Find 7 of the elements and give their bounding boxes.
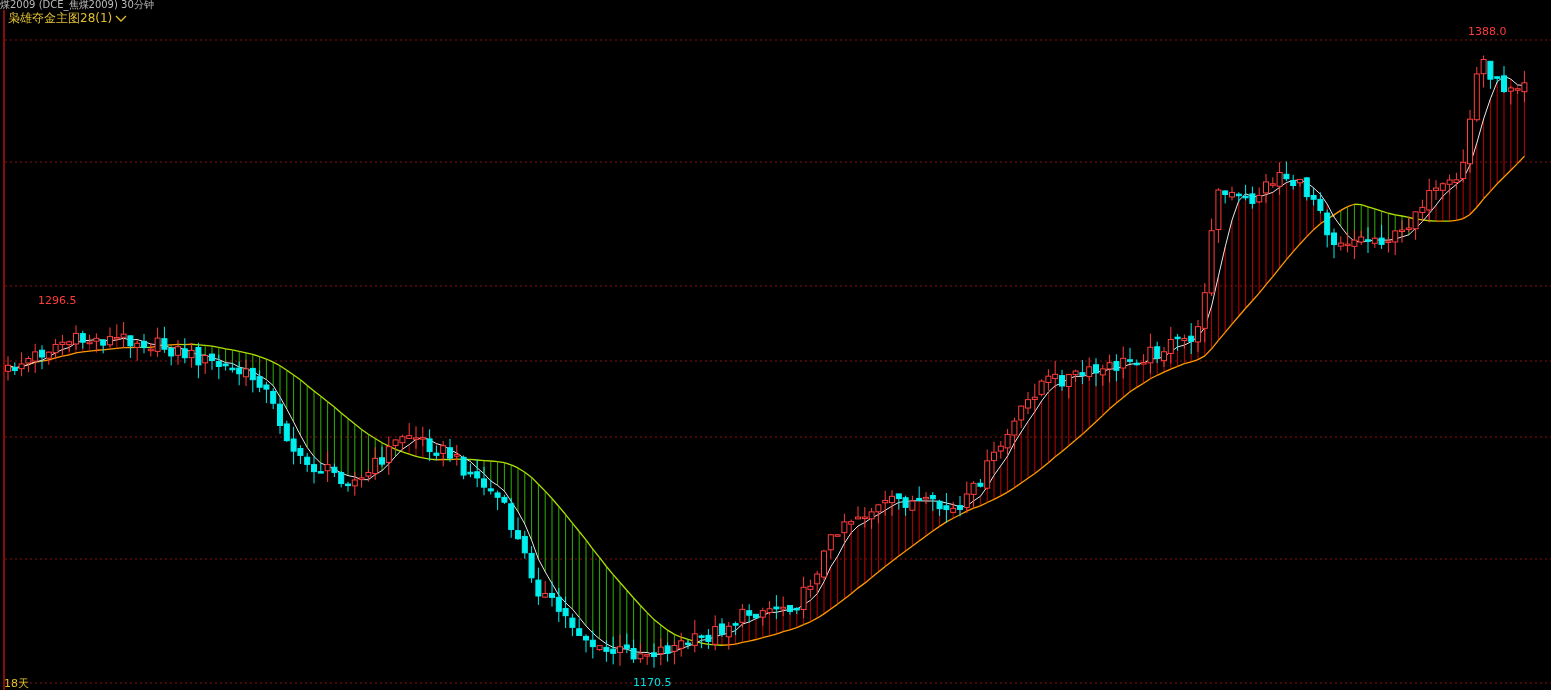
caret-icon xyxy=(115,14,128,23)
price-label: 1296.5 xyxy=(38,294,77,307)
price-label: 1388.0 xyxy=(1468,25,1507,38)
price-label: 1170.5 xyxy=(633,676,672,689)
chart-title: 煤2009 (DCE_焦煤2009) 30分钟 xyxy=(0,0,154,10)
period-label: 18天 xyxy=(4,676,29,690)
indicator-selector[interactable]: 枭雄夺金主图28(1) xyxy=(8,10,128,27)
